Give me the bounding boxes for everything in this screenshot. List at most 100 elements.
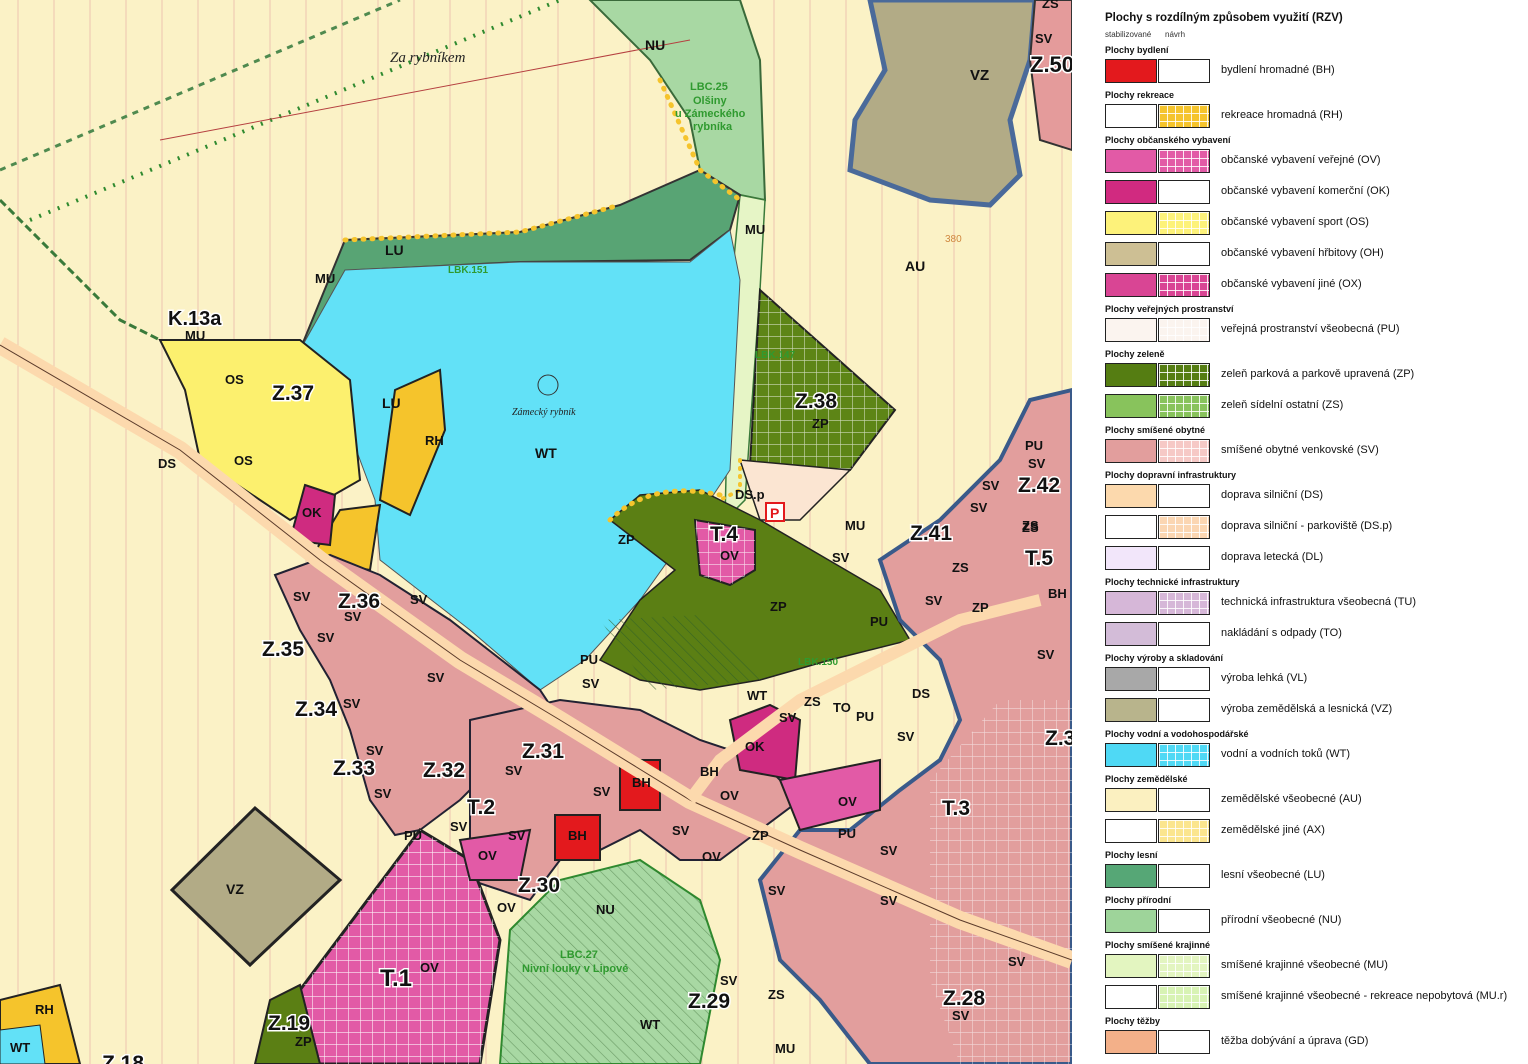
label-au: AU — [905, 258, 925, 274]
legend-group-heading: Plochy vodní a vodohospodářské — [1105, 729, 1249, 739]
legend-group-heading: Plochy občanského vybavení — [1105, 135, 1231, 145]
legend-row: občanské vybavení hřbitovy (OH) — [1105, 242, 1525, 268]
legend-swatch-stabilized — [1105, 622, 1157, 646]
label-contour-380: 380 — [945, 234, 962, 245]
legend-row-label: vodní a vodních toků (WT) — [1221, 748, 1350, 760]
legend-swatch-stabilized — [1105, 864, 1157, 888]
legend-group-heading: Plochy smíšené krajinné — [1105, 940, 1211, 950]
land-use-map[interactable]: Za rybníkem NU LBC.25 Olšiny u Zámeckého… — [0, 0, 1072, 1064]
label-ov-1: OV — [720, 788, 739, 803]
label-sv-15: SV — [779, 710, 797, 725]
label-z33: Z.33 — [333, 757, 375, 780]
legend-swatch-stabilized — [1105, 273, 1157, 297]
label-sv-11: SV — [593, 784, 611, 799]
legend-swatch-stabilized — [1105, 515, 1157, 539]
label-pu-5: PU — [838, 826, 856, 841]
label-mu-1: MU — [745, 222, 765, 237]
label-sv-r2: SV — [982, 478, 1000, 493]
label-lbk147: LBK.147 — [755, 350, 795, 361]
label-pu-1: PU — [580, 652, 598, 667]
legend-row: veřejná prostranství všeobecná (PU) — [1105, 318, 1525, 344]
legend-group-heading: Plochy zemědělské — [1105, 774, 1188, 784]
legend-swatch-proposed — [1158, 104, 1210, 128]
label-vz-top: VZ — [970, 67, 989, 84]
legend-swatch-proposed — [1158, 394, 1210, 418]
label-sv-r3: SV — [970, 500, 988, 515]
legend-group-heading: Plochy rekreace — [1105, 90, 1175, 100]
legend-swatch-stabilized — [1105, 819, 1157, 843]
legend-row-label: občanské vybavení veřejné (OV) — [1221, 154, 1381, 166]
label-z32: Z.32 — [423, 759, 465, 782]
legend-row-label: veřejná prostranství všeobecná (PU) — [1221, 323, 1400, 335]
legend-group-heading: Plochy zeleně — [1105, 349, 1165, 359]
label-ov-5: OV — [702, 849, 721, 864]
label-sv-16: SV — [897, 729, 915, 744]
label-nu-2: NU — [596, 902, 615, 917]
label-sv-20: SV — [720, 973, 738, 988]
legend-row-label: výroba lehká (VL) — [1221, 672, 1308, 684]
label-lbk150: LBK.150 — [798, 657, 838, 668]
legend-swatch-stabilized — [1105, 211, 1157, 235]
label-rh-2: RH — [35, 1002, 54, 1017]
legend-row-label: zeleň parková a parkově upravená (ZP) — [1221, 368, 1415, 380]
legend-row-label: občanské vybavení sport (OS) — [1221, 216, 1369, 228]
label-bh-1: BH — [632, 775, 651, 790]
label-z38: Z.38 — [795, 390, 837, 413]
label-z41: Z.41 — [910, 522, 952, 545]
legend-swatch-proposed — [1158, 1030, 1210, 1054]
legend-swatch-stabilized — [1105, 1030, 1157, 1054]
label-lbc25-name1: Olšiny — [693, 95, 728, 107]
legend-row: smíšené krajinné všeobecné (MU) — [1105, 954, 1525, 980]
label-z37: Z.37 — [272, 382, 314, 405]
legend-row: vodní a vodních toků (WT) — [1105, 743, 1525, 769]
label-t5: T.5 — [1025, 547, 1053, 570]
label-lbc27-name: Nivní louky v Lipové — [522, 963, 628, 975]
label-ov-6: OV — [420, 960, 439, 975]
label-mu-6: MU — [775, 1041, 795, 1056]
label-zamecky-rybnik: Zámecký rybník — [512, 407, 576, 418]
label-sv-23: SV — [952, 1008, 970, 1023]
label-z19: Z.19 — [268, 1012, 310, 1035]
legend-row: bydlení hromadné (BH) — [1105, 59, 1525, 85]
legend-row: doprava silniční (DS) — [1105, 484, 1525, 510]
legend-swatch-stabilized — [1105, 591, 1157, 615]
legend-row-label: zeleň sídelní ostatní (ZS) — [1221, 399, 1344, 411]
legend-group-heading: Plochy výroby a skladování — [1105, 653, 1224, 663]
legend-swatch-stabilized — [1105, 318, 1157, 342]
label-z30: Z.30 — [518, 874, 560, 897]
label-lbc25-name2: u Zámeckého — [675, 108, 746, 120]
legend-group-heading: Plochy technické infrastruktury — [1105, 577, 1240, 587]
legend-swatch-stabilized — [1105, 546, 1157, 570]
legend-swatch-proposed — [1158, 484, 1210, 508]
label-sv-r1: SV — [1028, 456, 1046, 471]
legend-swatch-proposed — [1158, 273, 1210, 297]
label-mu-3: MU — [185, 328, 205, 343]
map-canvas: Za rybníkem NU LBC.25 Olšiny u Zámeckého… — [0, 0, 1072, 1064]
legend-row-label: občanské vybavení hřbitovy (OH) — [1221, 247, 1384, 259]
legend-group-heading: Plochy těžby — [1105, 1016, 1161, 1026]
legend-row-label: technická infrastruktura všeobecná (TU) — [1221, 596, 1417, 608]
label-nu: NU — [645, 37, 665, 53]
legend-swatch-stabilized — [1105, 242, 1157, 266]
label-ov-3: OV — [478, 848, 497, 863]
legend-row: rekreace hromadná (RH) — [1105, 104, 1525, 130]
legend-row-label: doprava silniční - parkoviště (DS.p) — [1221, 520, 1393, 532]
label-os-1: OS — [225, 372, 244, 387]
legend-swatch-stabilized — [1105, 667, 1157, 691]
label-zp-r1: ZP — [972, 600, 989, 615]
label-zs-r2: ZS — [952, 560, 969, 575]
legend-row: občanské vybavení veřejné (OV) — [1105, 149, 1525, 175]
legend-swatch-proposed — [1158, 363, 1210, 387]
legend-row: výroba zemědělská a lesnická (VZ) — [1105, 698, 1525, 724]
legend-swatch-stabilized — [1105, 743, 1157, 767]
label-z35: Z.35 — [262, 638, 304, 661]
legend-row: přírodní všeobecné (NU) — [1105, 909, 1525, 935]
legend-row: lesní všeobecné (LU) — [1105, 864, 1525, 890]
label-z50: Z.50 — [1030, 52, 1072, 77]
legend-swatch-stabilized — [1105, 484, 1157, 508]
legend-group-heading: Plochy lesní — [1105, 850, 1158, 860]
label-wt-3: WT — [640, 1017, 660, 1032]
label-z29: Z.29 — [688, 990, 730, 1013]
label-lbc25: LBC.25 — [690, 81, 728, 93]
label-t4: T.4 — [710, 523, 738, 546]
